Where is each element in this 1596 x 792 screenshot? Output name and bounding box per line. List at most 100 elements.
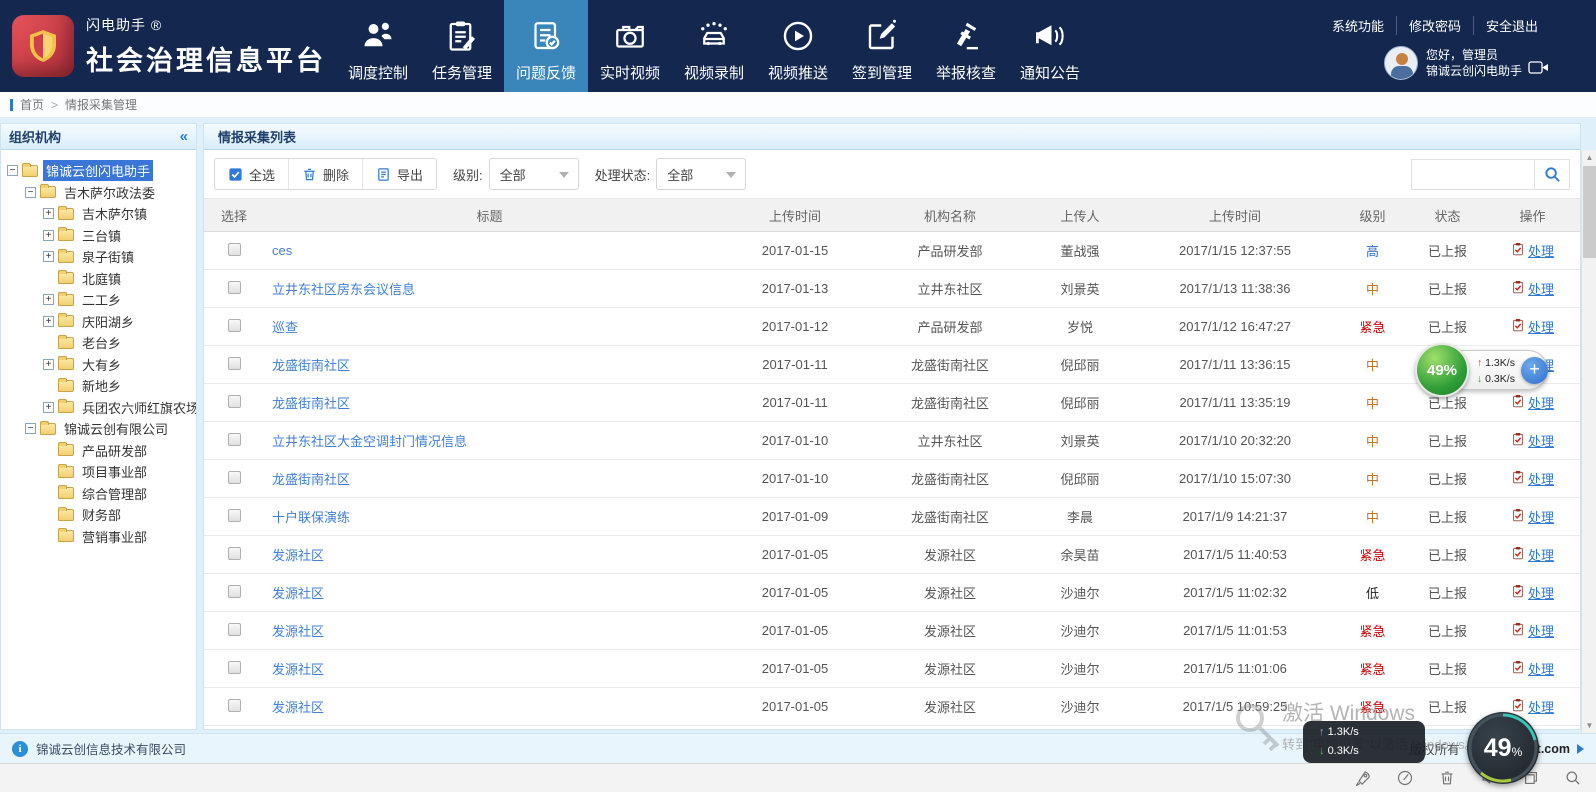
level-filter-select[interactable]: 全部 (489, 158, 579, 190)
status-filter-select[interactable]: 全部 (656, 158, 746, 190)
speed-percent-ball[interactable]: 49% (1415, 343, 1469, 397)
breadcrumb-home[interactable]: 首页 (20, 96, 44, 113)
row-checkbox[interactable] (228, 281, 241, 294)
process-link[interactable]: 处理 (1528, 583, 1554, 602)
row-title-link[interactable]: 发源社区 (272, 548, 324, 563)
nav-item-checkin[interactable]: 签到管理 (840, 0, 924, 92)
tree-node[interactable]: 产品研发部 (3, 440, 194, 462)
row-title-link[interactable]: ces (272, 243, 292, 258)
row-title-link[interactable]: 发源社区 (272, 586, 324, 601)
tree-node[interactable]: 营销事业部 (3, 526, 194, 548)
footer-expand-arrow[interactable] (1577, 744, 1584, 754)
scrollbar-up-arrow[interactable]: ▲ (1582, 150, 1596, 165)
row-title-link[interactable]: 立井东社区大金空调封门情况信息 (272, 434, 467, 449)
search-icon[interactable] (1564, 769, 1582, 787)
process-link[interactable]: 处理 (1528, 317, 1554, 336)
process-link[interactable]: 处理 (1528, 659, 1554, 678)
nav-item-push[interactable]: 视频推送 (756, 0, 840, 92)
tree-node[interactable]: +大有乡 (3, 354, 194, 376)
process-link[interactable]: 处理 (1528, 431, 1554, 450)
greeting-line1: 您好，管理员 (1426, 47, 1522, 63)
rocket-icon[interactable] (1354, 769, 1372, 787)
tree-expander-icon[interactable]: + (43, 359, 54, 370)
scrollbar-down-arrow[interactable]: ▼ (1582, 718, 1596, 733)
tree-node[interactable]: 财务部 (3, 504, 194, 526)
tree-expander-icon[interactable]: + (43, 316, 54, 327)
tree-node[interactable]: +兵团农六师红旗农场 (3, 397, 194, 419)
scrollbar-thumb[interactable] (1583, 166, 1596, 258)
search-button[interactable] (1534, 159, 1570, 190)
tree-node[interactable]: 老台乡 (3, 332, 194, 354)
process-link[interactable]: 处理 (1528, 507, 1554, 526)
row-title-link[interactable]: 立井东社区房东会议信息 (272, 282, 415, 297)
header-link-1[interactable]: 修改密码 (1396, 16, 1473, 35)
nav-item-feedback[interactable]: 问题反馈 (504, 0, 588, 92)
delete-button[interactable]: 删除 (288, 159, 362, 189)
row-title-link[interactable]: 十户联保演练 (272, 510, 350, 525)
tree-node[interactable]: −锦诚云创有限公司 (3, 418, 194, 440)
row-title-link[interactable]: 龙盛街南社区 (272, 358, 350, 373)
sidebar-collapse-button[interactable]: « (180, 128, 188, 145)
search-input[interactable] (1411, 159, 1534, 190)
row-checkbox[interactable] (228, 661, 241, 674)
tree-node[interactable]: +三台镇 (3, 225, 194, 247)
row-checkbox[interactable] (228, 699, 241, 712)
tree-node[interactable]: 新地乡 (3, 375, 194, 397)
row-checkbox[interactable] (228, 509, 241, 522)
row-title-link[interactable]: 发源社区 (272, 662, 324, 677)
nav-item-record[interactable]: 视频录制 (672, 0, 756, 92)
tree-expander-icon[interactable]: + (43, 251, 54, 262)
row-title-link[interactable]: 发源社区 (272, 624, 324, 639)
row-checkbox[interactable] (228, 623, 241, 636)
header-link-2[interactable]: 安全退出 (1473, 16, 1550, 35)
header-link-0[interactable]: 系统功能 (1320, 16, 1396, 35)
process-link[interactable]: 处理 (1528, 279, 1554, 298)
tree-expander-icon[interactable]: + (43, 230, 54, 241)
select-all-button[interactable]: 全选 (215, 159, 288, 189)
row-checkbox[interactable] (228, 471, 241, 484)
row-checkbox[interactable] (228, 433, 241, 446)
gauge-icon[interactable] (1396, 769, 1414, 787)
tree-expander-icon[interactable]: + (43, 402, 54, 413)
export-button[interactable]: 导出 (362, 159, 436, 189)
process-link[interactable]: 处理 (1528, 469, 1554, 488)
memory-percent-ball[interactable]: 49 % (1467, 712, 1539, 784)
process-link[interactable]: 处理 (1528, 545, 1554, 564)
tree-expander-icon[interactable]: + (43, 294, 54, 305)
nav-item-report[interactable]: 举报核查 (924, 0, 1008, 92)
tree-expander-icon[interactable]: − (25, 423, 36, 434)
tree-node[interactable]: −锦诚云创闪电助手 (3, 160, 194, 182)
nav-item-task[interactable]: 任务管理 (420, 0, 504, 92)
row-title-link[interactable]: 龙盛街南社区 (272, 396, 350, 411)
tree-node[interactable]: +二工乡 (3, 289, 194, 311)
speed-monitor-widget[interactable]: 49% ↑ 1.3K/s ↓ 0.3K/s + (1420, 350, 1548, 390)
row-title-link[interactable]: 发源社区 (272, 700, 324, 715)
row-title-link[interactable]: 龙盛街南社区 (272, 472, 350, 487)
tree-node[interactable]: +吉木萨尔镇 (3, 203, 194, 225)
process-link[interactable]: 处理 (1528, 393, 1554, 412)
add-button[interactable]: + (1521, 357, 1548, 384)
tree-node[interactable]: 综合管理部 (3, 483, 194, 505)
row-checkbox[interactable] (228, 395, 241, 408)
tree-node[interactable]: 北庭镇 (3, 268, 194, 290)
nav-item-video[interactable]: 实时视频 (588, 0, 672, 92)
tree-expander-icon[interactable]: − (25, 187, 36, 198)
tree-node[interactable]: +庆阳湖乡 (3, 311, 194, 333)
row-checkbox[interactable] (228, 243, 241, 256)
tree-expander-icon[interactable]: + (43, 208, 54, 219)
row-checkbox[interactable] (228, 319, 241, 332)
row-checkbox[interactable] (228, 585, 241, 598)
vertical-scrollbar[interactable]: ▲ ▼ (1581, 150, 1596, 733)
process-link[interactable]: 处理 (1528, 621, 1554, 640)
trash-icon[interactable] (1438, 769, 1456, 787)
process-link[interactable]: 处理 (1528, 241, 1554, 260)
tree-node[interactable]: 项目事业部 (3, 461, 194, 483)
nav-item-notice[interactable]: 通知公告 (1008, 0, 1092, 92)
row-checkbox[interactable] (228, 357, 241, 370)
row-checkbox[interactable] (228, 547, 241, 560)
tree-expander-icon[interactable]: − (7, 165, 18, 176)
row-title-link[interactable]: 巡查 (272, 320, 298, 335)
tree-node[interactable]: +泉子街镇 (3, 246, 194, 268)
tree-node[interactable]: −吉木萨尔政法委 (3, 182, 194, 204)
nav-item-dispatch[interactable]: 调度控制 (336, 0, 420, 92)
